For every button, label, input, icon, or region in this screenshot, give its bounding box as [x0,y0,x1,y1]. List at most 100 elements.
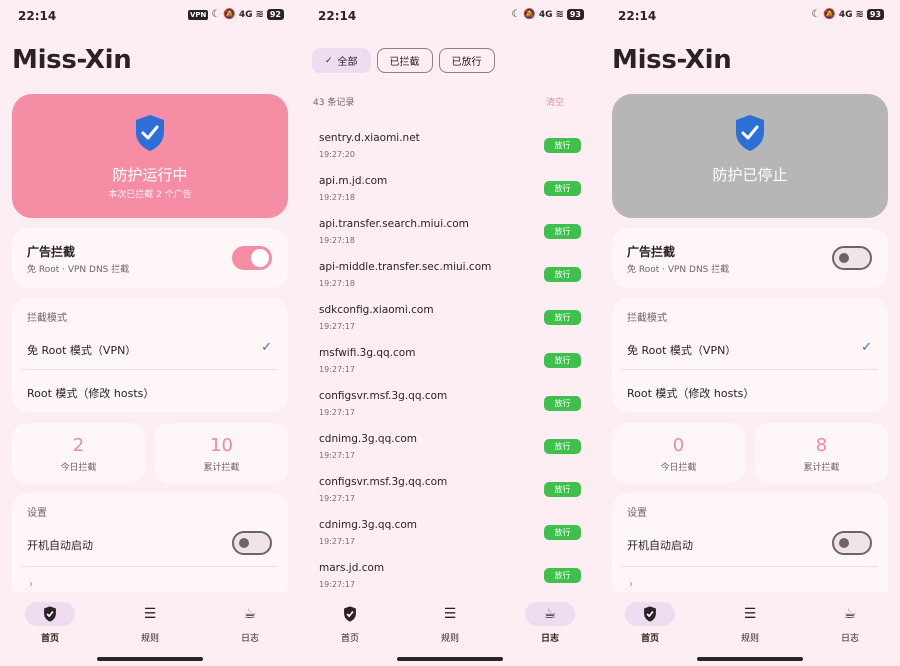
allow-badge: 放行 [544,568,581,583]
ad-block-toggle[interactable] [232,246,272,270]
nav-logs[interactable]: ☕ 日志 [220,602,280,644]
log-time: 19:27:20 [319,150,355,159]
autostart-toggle[interactable] [832,531,872,555]
nav-rules-label: 规则 [740,634,759,644]
nav-logs[interactable]: ☕ 日志 [520,602,580,644]
protection-status-card[interactable]: 防护已停止 [612,94,888,218]
today-blocked-stat: 2 今日拦截 [12,423,145,483]
log-list[interactable]: sentry.d.xiaomi.net 19:27:20 放行 api.m.jd.co… [312,123,588,592]
mute-icon: 🔕 [223,9,236,20]
nav-rules[interactable]: ☰ 规则 [420,602,480,644]
autostart-toggle[interactable] [232,531,272,555]
chevron-right-icon[interactable]: › [629,579,633,590]
gesture-bar[interactable] [397,657,503,661]
status-icons: ☾ 🔕 4G ≋ 93 [811,9,884,20]
allow-badge: 放行 [544,353,581,368]
divider [622,369,878,370]
chevron-right-icon[interactable]: › [29,579,33,590]
ad-block-card: 广告拦截 免 Root · VPN DNS 拦截 [612,228,888,288]
allow-badge: 放行 [544,224,581,239]
check-icon: ✓ [861,340,872,355]
settings-card: 设置 开机自动启动 › [12,493,288,603]
status-bar: 22:14 VPN ☾ 🔕 4G ≋ 92 [0,0,300,34]
autostart-label: 开机自动启动 [27,539,93,552]
list-icon: ☰ [743,606,757,622]
bottom-nav: 首页 ☰ 规则 ☕ 日志 [300,592,600,666]
log-time: 19:27:17 [319,537,355,546]
bottom-nav: 首页 ☰ 规则 ☕ 日志 [600,592,900,666]
filter-chip-label: 已放行 [451,57,482,68]
home-screen-running: 22:14 VPN ☾ 🔕 4G ≋ 92 Miss-Xin 防护运行中 本次已… [0,0,300,666]
list-icon: ☰ [443,606,457,622]
ad-block-card: 广告拦截 免 Root · VPN DNS 拦截 [12,228,288,288]
wifi-icon: ≋ [255,9,264,20]
ad-block-title: 广告拦截 [27,245,76,259]
wifi-icon: ≋ [555,9,564,20]
allow-badge: 放行 [544,482,581,497]
vpn-badge: VPN [187,9,209,20]
settings-heading: 设置 [27,508,47,519]
log-entry[interactable]: mars.jd.com 19:27:17 放行 [312,553,588,592]
allow-badge: 放行 [544,396,581,411]
filter-chip-blocked[interactable]: 已拦截 [376,48,433,73]
status-icons: ☾ 🔕 4G ≋ 93 [511,9,584,20]
filter-chip-allowed[interactable]: 已放行 [438,48,495,73]
clear-button[interactable]: 清空 [546,95,564,108]
today-blocked-count: 2 [72,435,85,456]
log-domain: sdkconfig.xiaomi.com [319,304,434,316]
log-entry[interactable]: cdnimg.3g.qq.com 19:27:17 放行 [312,510,588,553]
log-entry[interactable]: sentry.d.xiaomi.net 19:27:20 放行 [312,123,588,166]
shield-home-icon [25,602,75,626]
allow-badge: 放行 [544,181,581,196]
filter-chip-all[interactable]: ✓ 全部 [312,48,371,73]
mode-option-vpn[interactable]: 免 Root 模式（VPN） [627,342,736,358]
log-domain: mars.jd.com [319,562,385,574]
log-entry[interactable]: msfwifi.3g.qq.com 19:27:17 放行 [312,338,588,381]
nav-home-label: 首页 [40,634,59,644]
log-domain: configsvr.msf.3g.qq.com [319,476,448,488]
protection-status-card[interactable]: 防护运行中 本次已拦截 2 个广告 [12,94,288,218]
allow-badge: 放行 [544,310,581,325]
app-title: Miss-Xin [612,45,732,75]
nav-home-label: 首页 [340,634,359,644]
gesture-bar[interactable] [97,657,203,661]
log-time: 19:27:17 [319,408,355,417]
gesture-bar[interactable] [697,657,803,661]
signal-icon: 4G [238,9,253,20]
log-entry[interactable]: api-middle.transfer.sec.miui.com 19:27:18… [312,252,588,295]
nav-logs-label: 日志 [540,634,559,644]
log-domain: cdnimg.3g.qq.com [319,433,418,445]
nav-home[interactable]: 首页 [320,602,380,644]
nav-rules-label: 规则 [440,634,459,644]
toggle-knob [239,538,249,548]
log-entry[interactable]: cdnimg.3g.qq.com 19:27:17 放行 [312,424,588,467]
protection-status-title: 防护已停止 [712,166,788,184]
log-entry[interactable]: configsvr.msf.3g.qq.com 19:27:17 放行 [312,381,588,424]
nav-logs-label: 日志 [240,634,259,644]
log-entry[interactable]: api.m.jd.com 19:27:18 放行 [312,166,588,209]
log-entry[interactable]: api.transfer.search.miui.com 19:27:18 放行 [312,209,588,252]
shield-home-icon [625,602,675,626]
nav-rules-label: 规则 [140,634,159,644]
log-time: 19:27:18 [319,236,355,245]
allow-badge: 放行 [544,138,581,153]
protection-status-title: 防护运行中 [112,166,188,184]
nav-rules[interactable]: ☰ 规则 [720,602,780,644]
cup-icon: ☕ [843,606,857,622]
status-bar: 22:14 ☾ 🔕 4G ≋ 93 [300,0,600,34]
mode-option-vpn[interactable]: 免 Root 模式（VPN） [27,342,136,358]
status-bar: 22:14 ☾ 🔕 4G ≋ 93 [600,0,900,34]
nav-logs[interactable]: ☕ 日志 [820,602,880,644]
nav-rules[interactable]: ☰ 规则 [120,602,180,644]
ad-block-title: 广告拦截 [627,245,676,259]
log-entry[interactable]: configsvr.msf.3g.qq.com 19:27:17 放行 [312,467,588,510]
log-entry[interactable]: sdkconfig.xiaomi.com 19:27:17 放行 [312,295,588,338]
nav-home[interactable]: 首页 [620,602,680,644]
ad-block-toggle[interactable] [832,246,872,270]
nav-home[interactable]: 首页 [20,602,80,644]
mode-option-root[interactable]: Root 模式（修改 hosts） [627,385,754,401]
settings-heading: 设置 [627,508,647,519]
signal-icon: 4G [538,9,553,20]
mode-option-root[interactable]: Root 模式（修改 hosts） [27,385,154,401]
battery-icon: 93 [566,9,584,20]
